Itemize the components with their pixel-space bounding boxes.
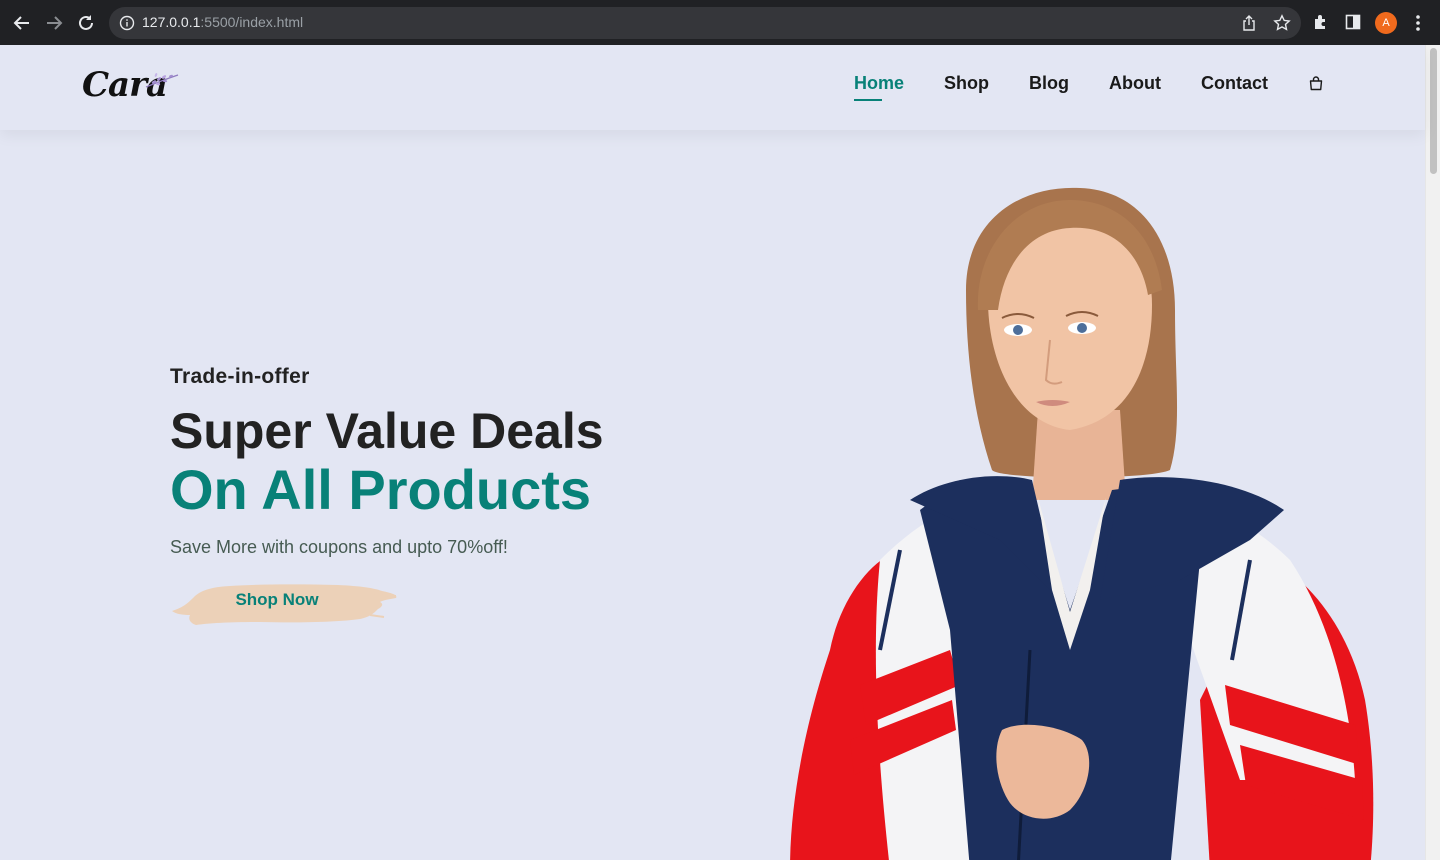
nav-about[interactable]: About [1109, 73, 1161, 94]
site-logo[interactable]: Cara [82, 65, 180, 107]
arrow-right-icon [47, 16, 63, 30]
url-path: :5500/index.html [200, 14, 304, 30]
hero-headline-accent: On All Products [170, 458, 592, 521]
hero-copy: Trade-in-offer Super Value Deals On All … [170, 365, 604, 558]
scrollbar-thumb[interactable] [1430, 48, 1437, 174]
browser-toolbar: 127.0.0.1:5500/index.html A [0, 0, 1440, 45]
side-panel-icon[interactable] [1345, 14, 1361, 30]
share-icon[interactable] [1241, 15, 1257, 31]
url-text[interactable]: 127.0.0.1:5500/index.html [142, 14, 303, 30]
shopping-bag-icon[interactable] [1308, 75, 1324, 91]
nav-contact[interactable]: Contact [1201, 73, 1268, 94]
page-scrollbar[interactable] [1425, 45, 1440, 860]
hero-headline: Super Value Deals [170, 403, 604, 459]
hero-subtext: Save More with coupons and upto 70%off! [170, 537, 508, 557]
extensions-puzzle-icon[interactable] [1312, 13, 1330, 31]
shop-now-button[interactable]: Shop Now [170, 573, 400, 629]
arrow-left-icon [13, 16, 29, 30]
hero-model-image [790, 187, 1374, 860]
main-nav: Home Shop Blog About Contact [854, 73, 1324, 101]
bookmark-star-icon[interactable] [1273, 14, 1291, 32]
back-button[interactable] [11, 12, 33, 34]
hero-kicker: Trade-in-offer [170, 365, 310, 388]
forward-button[interactable] [43, 12, 65, 34]
profile-avatar[interactable]: A [1375, 12, 1397, 34]
site-info-icon[interactable] [119, 15, 135, 31]
nav-home[interactable]: Home [854, 73, 904, 101]
more-menu-icon[interactable] [1410, 14, 1426, 32]
nav-blog[interactable]: Blog [1029, 73, 1069, 94]
address-bar[interactable]: 127.0.0.1:5500/index.html [109, 7, 1301, 39]
url-host: 127.0.0.1 [142, 14, 201, 30]
reload-icon [79, 15, 93, 30]
nav-shop[interactable]: Shop [944, 73, 989, 94]
lavender-sprig-icon [145, 73, 179, 88]
site-header: Cara Home Shop Blog About Contact [0, 45, 1425, 130]
reload-button[interactable] [75, 12, 97, 34]
page-viewport: Cara Home Shop Blog About Contact Trade-… [0, 45, 1440, 860]
shop-now-label: Shop Now [235, 590, 319, 609]
